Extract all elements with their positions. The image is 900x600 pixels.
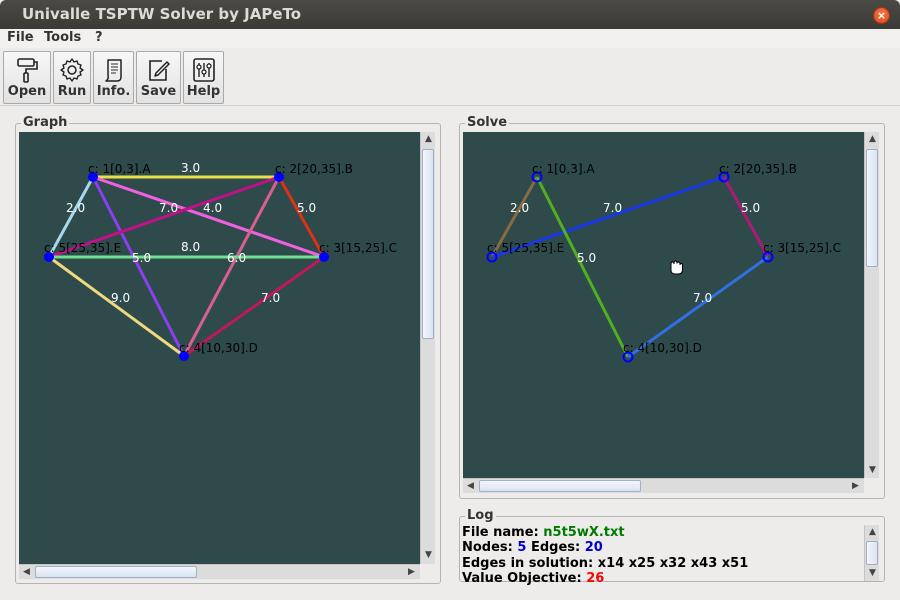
log-vscroll-thumb[interactable] [866, 541, 878, 565]
graph-node-label: c: 2[20,35].B [275, 162, 353, 176]
sliders-icon [192, 58, 215, 82]
scroll-right-icon[interactable]: ▶ [404, 565, 419, 580]
solve-edge-label: 2.0 [510, 201, 529, 215]
solve-node-label: c: 5[25,35].E [487, 241, 564, 255]
graph-node-label: c: 5[25,35].E [44, 241, 121, 255]
log-objective-line: Value Objective: 26 [462, 571, 862, 586]
scroll-down-icon[interactable]: ▼ [865, 566, 880, 581]
info-label: Info. [96, 84, 131, 99]
close-button[interactable]: × [873, 7, 890, 24]
title-bar: Univalle TSPTW Solver by JAPeTo × [0, 0, 900, 29]
scroll-down-icon[interactable]: ▼ [865, 463, 880, 478]
scroll-up-icon[interactable]: ▲ [421, 132, 436, 147]
graph-edge-label: 7.0 [159, 201, 178, 215]
log-solution-label: Edges in solution: [462, 555, 594, 571]
save-label: Save [140, 84, 177, 99]
graph-node-label: c: 4[10,30].D [179, 341, 258, 355]
graph-vscroll-thumb[interactable] [422, 149, 434, 339]
paint-roller-icon [17, 58, 38, 83]
log-nodes-value: 5 [517, 540, 527, 556]
graph-edge-label: 3.0 [181, 161, 200, 175]
graph-edge-label: 5.0 [297, 201, 316, 215]
run-button[interactable]: Run [53, 51, 91, 104]
hand-cursor-icon [670, 260, 683, 275]
graph-horizontal-scrollbar[interactable]: ◀ ▶ [19, 564, 420, 579]
log-panel: Log File name: n5t5wX.txt Nodes: 5 Edges… [459, 508, 885, 586]
solve-node-label: c: 2[20,35].B [719, 162, 797, 176]
solve-horizontal-scrollbar[interactable]: ◀ ▶ [463, 478, 864, 493]
graph-vertical-scrollbar[interactable]: ▲ ▼ [420, 132, 435, 564]
log-file-line: File name: n5t5wX.txt [462, 525, 862, 540]
graph-edge-label: 4.0 [203, 201, 222, 215]
menu-bar: File Tools ? [0, 29, 900, 48]
log-objective-label: Value Objective: [462, 570, 582, 586]
log-edges-label: Edges: [530, 540, 581, 556]
graph-edge-label: 5.0 [132, 251, 151, 265]
graph-drawing: c: 1[0,3].A c: 2[20,35].B c: 3[15,25].C … [44, 161, 397, 361]
log-solution-line: Edges in solution: x14 x25 x32 x43 x51 [462, 556, 862, 571]
log-edges-value: 20 [584, 540, 603, 556]
solve-hscroll-thumb[interactable] [479, 480, 641, 492]
log-counts-line: Nodes: 5 Edges: 20 [462, 540, 862, 555]
scroll-left-icon[interactable]: ◀ [463, 479, 478, 494]
log-file-value: n5t5wX.txt [543, 525, 625, 540]
window-title: Univalle TSPTW Solver by JAPeTo [22, 5, 302, 23]
scroll-right-icon[interactable]: ▶ [848, 479, 863, 494]
open-label: Open [7, 84, 47, 99]
scroll-up-icon[interactable]: ▲ [865, 525, 880, 540]
graph-panel-title: Graph [21, 115, 70, 131]
edit-note-icon [148, 60, 170, 81]
solve-vscroll-thumb[interactable] [866, 149, 878, 267]
help-label: Help [186, 84, 221, 99]
log-nodes-label: Nodes: [462, 540, 513, 556]
solve-edge [722, 176, 770, 258]
graph-canvas[interactable]: c: 1[0,3].A c: 2[20,35].B c: 3[15,25].C … [19, 132, 420, 564]
graph-edge-label: 9.0 [111, 291, 130, 305]
run-label: Run [57, 84, 87, 99]
log-vertical-scrollbar[interactable]: ▲ ▼ [864, 525, 879, 581]
solve-edge-label: 5.0 [741, 201, 760, 215]
solve-edge-label: 5.0 [577, 251, 596, 265]
graph-hscroll-thumb[interactable] [35, 566, 197, 578]
close-icon: × [876, 9, 887, 22]
log-text-area[interactable]: File name: n5t5wX.txt Nodes: 5 Edges: 20… [462, 525, 862, 586]
menu-tools[interactable]: Tools [44, 30, 81, 45]
scroll-down-icon[interactable]: ▼ [421, 548, 436, 563]
info-button[interactable]: Info. [93, 51, 134, 104]
log-panel-title: Log [465, 508, 496, 524]
menu-file[interactable]: File [7, 30, 34, 45]
solve-vertical-scrollbar[interactable]: ▲ ▼ [864, 132, 879, 478]
solve-edge-label: 7.0 [603, 201, 622, 215]
solve-node-label: c: 3[15,25].C [763, 241, 841, 255]
log-solution-value: x14 x25 x32 x43 x51 [597, 555, 749, 571]
solve-drawing: c: 1[0,3].A c: 2[20,35].B c: 3[15,25].C … [486, 162, 841, 363]
document-scroll-icon [104, 59, 122, 82]
solve-node-label: c: 1[0,3].A [532, 162, 595, 176]
solve-canvas[interactable]: c: 1[0,3].A c: 2[20,35].B c: 3[15,25].C … [463, 132, 864, 478]
app-window: Univalle TSPTW Solver by JAPeTo × File T… [0, 0, 900, 600]
scroll-left-icon[interactable]: ◀ [19, 565, 34, 580]
scroll-up-icon[interactable]: ▲ [865, 132, 880, 147]
graph-edge-label: 2.0 [66, 201, 85, 215]
gear-icon [60, 58, 84, 82]
solve-edge-label: 7.0 [693, 291, 712, 305]
toolbar: Open Run Info. Save Help [0, 48, 900, 106]
graph-node-label: c: 1[0,3].A [88, 162, 151, 176]
save-button[interactable]: Save [136, 51, 181, 104]
graph-panel: Graph c: 1[0,3].A c: 2[20,35].B c: 3[15,… [15, 115, 441, 584]
graph-edge-label: 6.0 [227, 251, 246, 265]
help-button[interactable]: Help [183, 51, 224, 104]
graph-node-label: c: 3[15,25].C [319, 241, 397, 255]
graph-edge-label: 7.0 [261, 291, 280, 305]
graph-edge-label: 8.0 [181, 240, 200, 254]
log-objective-value: 26 [586, 570, 605, 586]
log-file-label: File name: [462, 525, 539, 540]
solve-panel: Solve c: 1[0,3].A c: 2[20,35].B c: 3[15,… [459, 115, 885, 499]
open-button[interactable]: Open [3, 51, 51, 104]
solve-node-label: c: 4[10,30].D [623, 341, 702, 355]
graph-edge [48, 255, 185, 358]
menu-help[interactable]: ? [95, 30, 103, 45]
solve-panel-title: Solve [465, 115, 510, 131]
